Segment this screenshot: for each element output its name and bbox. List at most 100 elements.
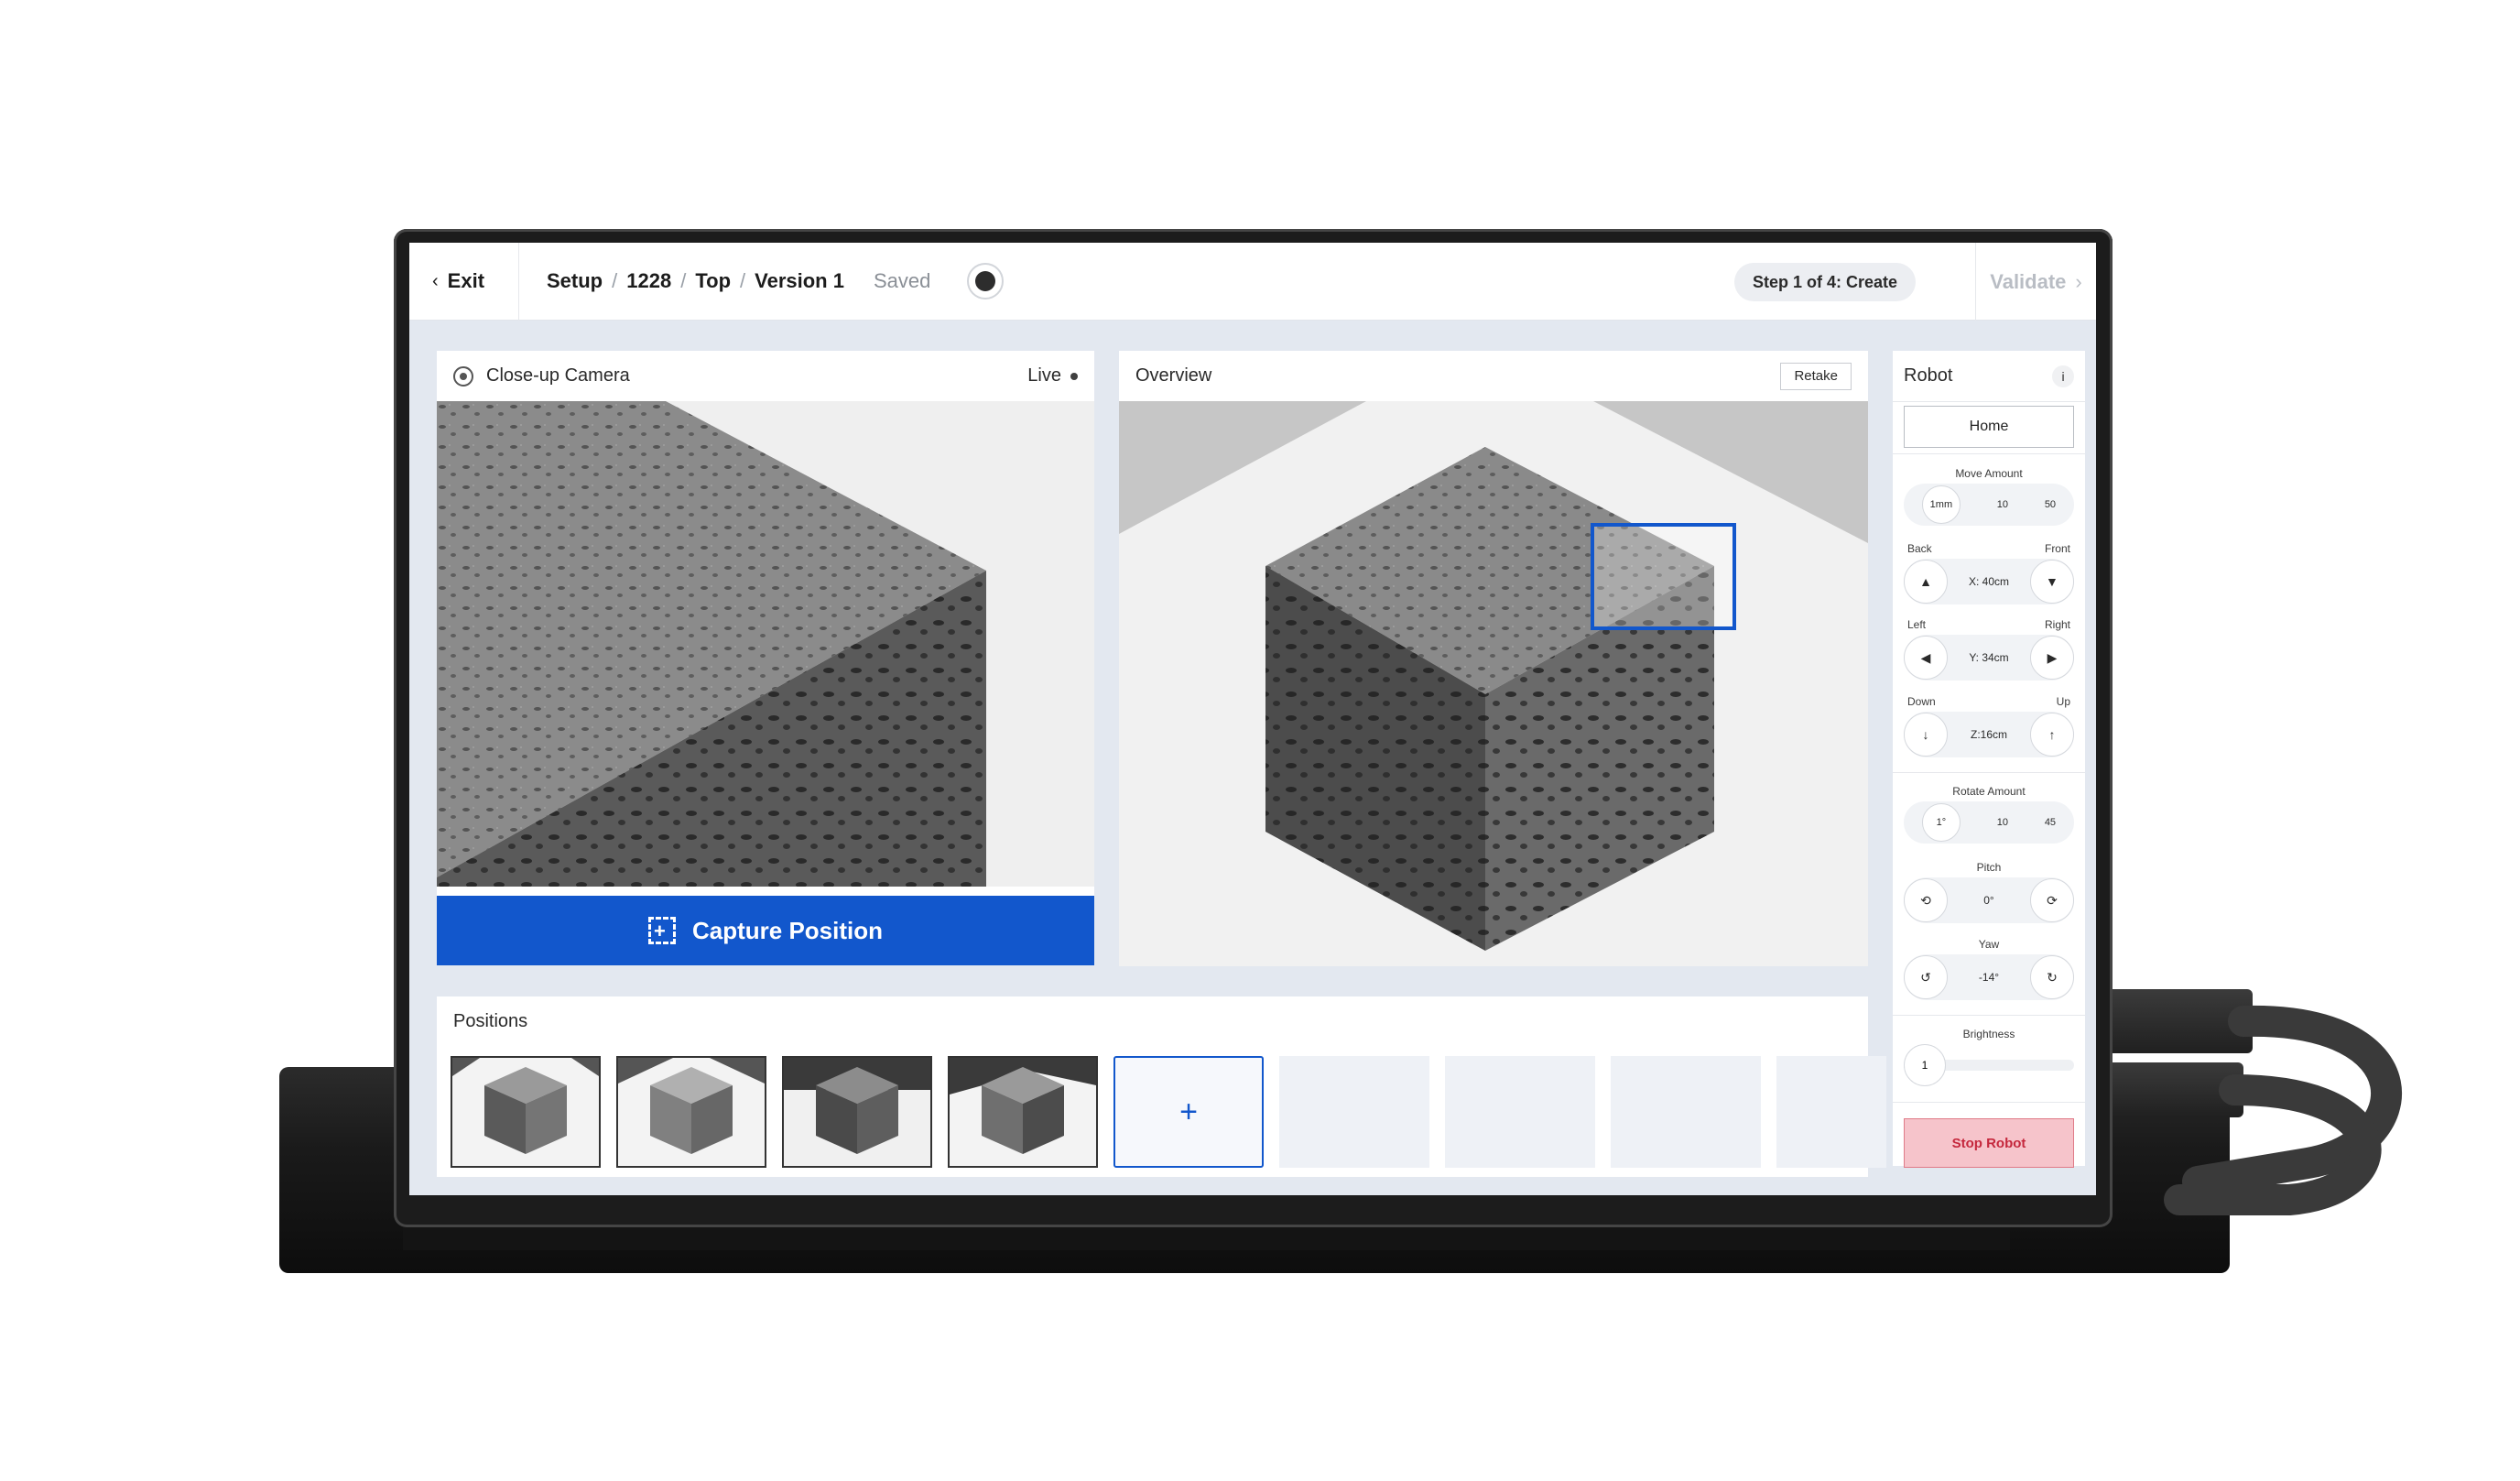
camera-frame-indicator bbox=[1591, 523, 1736, 630]
divider bbox=[1893, 772, 2085, 773]
crumb-id[interactable]: 1228 bbox=[626, 269, 671, 293]
rotate-amount-option[interactable]: 10 bbox=[1997, 817, 2008, 828]
x-value: X: 40cm bbox=[1968, 575, 2009, 588]
live-dot-icon bbox=[1070, 372, 1078, 380]
validate-button[interactable]: Validate › bbox=[1975, 243, 2096, 321]
yaw-right-icon[interactable]: ↻ bbox=[2030, 955, 2074, 999]
brightness-knob[interactable]: 1 bbox=[1904, 1044, 1946, 1086]
y-value: Y: 34cm bbox=[1969, 651, 2009, 664]
divider bbox=[1893, 1102, 2085, 1103]
add-position-button[interactable]: + bbox=[1113, 1056, 1264, 1168]
top-bar: ‹ Exit Setup / 1228 / Top / Version 1 Sa… bbox=[409, 243, 2096, 321]
move-front-button[interactable]: ▼ bbox=[2029, 560, 2074, 604]
crumb-version[interactable]: Version 1 bbox=[755, 269, 844, 293]
move-up-button[interactable]: ↑ bbox=[2029, 713, 2074, 757]
robot-header: Robot i bbox=[1893, 351, 2085, 401]
camera-icon bbox=[453, 365, 473, 387]
y-axis-control: ◀ Y: 34cm ▶ bbox=[1904, 635, 2074, 681]
pitch-control: ⟲ 0° ⟳ bbox=[1904, 877, 2074, 923]
retake-button[interactable]: Retake bbox=[1780, 362, 1852, 390]
brightness-label: Brightness bbox=[1962, 1028, 2015, 1040]
positions-title: Positions bbox=[453, 1011, 528, 1031]
validate-label: Validate bbox=[1990, 269, 2067, 293]
camera-header: Close-up Camera Live bbox=[437, 351, 1094, 401]
overview-scene bbox=[1119, 401, 1868, 951]
live-label: Live bbox=[1027, 365, 1061, 386]
move-left-button[interactable]: ◀ bbox=[1904, 636, 1948, 680]
rotate-amount-option[interactable]: 1° bbox=[1921, 803, 1961, 842]
x-front-label: Front bbox=[2044, 542, 2070, 555]
rotate-amount-option[interactable]: 45 bbox=[2045, 817, 2056, 828]
brightness-slider[interactable]: 1 bbox=[1904, 1044, 2074, 1086]
position-thumbnail[interactable] bbox=[782, 1056, 932, 1168]
app-screen: ‹ Exit Setup / 1228 / Top / Version 1 Sa… bbox=[409, 243, 2096, 1195]
pitch-down-icon[interactable]: ⟲ bbox=[1904, 878, 1948, 922]
live-indicator: Live bbox=[1027, 365, 1078, 387]
exit-label: Exit bbox=[447, 269, 485, 292]
info-icon[interactable]: i bbox=[2052, 365, 2074, 387]
move-back-button[interactable]: ▲ bbox=[1904, 560, 1948, 604]
position-thumbnail[interactable] bbox=[948, 1056, 1098, 1168]
closeup-image bbox=[437, 401, 986, 887]
move-right-button[interactable]: ▶ bbox=[2029, 636, 2074, 680]
move-amount-selector: 1mm 10 50 bbox=[1904, 484, 2074, 526]
divider bbox=[1893, 453, 2085, 454]
home-button[interactable]: Home bbox=[1904, 406, 2074, 448]
move-amount-option[interactable]: 10 bbox=[1997, 499, 2008, 510]
y-right-label: Right bbox=[2044, 618, 2070, 631]
empty-position-slot bbox=[1776, 1056, 1886, 1168]
contrast-icon bbox=[975, 271, 996, 291]
overview-view[interactable] bbox=[1119, 401, 1868, 966]
yaw-left-icon[interactable]: ↺ bbox=[1904, 955, 1948, 999]
robot-title: Robot bbox=[1904, 365, 1953, 386]
overview-header: Overview Retake bbox=[1119, 351, 1868, 401]
capture-label: Capture Position bbox=[691, 916, 883, 944]
divider bbox=[1893, 1015, 2085, 1016]
empty-position-slot bbox=[1445, 1056, 1595, 1168]
closeup-camera-panel: Close-up Camera Live bbox=[437, 351, 1094, 900]
rotate-amount-selector: 1° 10 45 bbox=[1904, 801, 2074, 844]
crumb-separator: / bbox=[740, 269, 746, 292]
crumb-separator: / bbox=[680, 269, 687, 292]
overview-title: Overview bbox=[1135, 365, 1212, 386]
divider bbox=[1893, 401, 2085, 402]
positions-panel: Positions + bbox=[437, 996, 1886, 1177]
crumb-view[interactable]: Top bbox=[695, 269, 731, 293]
positions-list: + bbox=[451, 1056, 1886, 1168]
pitch-value: 0° bbox=[1983, 894, 1994, 907]
brightness-track[interactable] bbox=[1940, 1060, 2074, 1071]
exit-button[interactable]: ‹ Exit bbox=[409, 243, 519, 321]
x-back-label: Back bbox=[1907, 542, 1932, 555]
move-amount-option[interactable]: 1mm bbox=[1921, 485, 1961, 524]
rotate-amount-label: Rotate Amount bbox=[1952, 785, 2026, 798]
empty-position-slot bbox=[1279, 1056, 1429, 1168]
pitch-up-icon[interactable]: ⟳ bbox=[2029, 878, 2074, 922]
stop-robot-button[interactable]: Stop Robot bbox=[1904, 1118, 2074, 1168]
camera-feed[interactable] bbox=[437, 401, 1094, 887]
positions-header: Positions bbox=[437, 996, 1868, 1047]
yaw-value: -14° bbox=[1978, 971, 2000, 984]
position-thumbnail[interactable] bbox=[616, 1056, 766, 1168]
z-down-label: Down bbox=[1907, 695, 1936, 708]
overview-panel: Overview Retake bbox=[1119, 351, 1868, 966]
x-axis-control: ▲ X: 40cm ▼ bbox=[1904, 559, 2074, 604]
save-status: Saved bbox=[873, 269, 931, 292]
z-axis-control: ↓ Z:16cm ↑ bbox=[1904, 712, 2074, 757]
z-up-label: Up bbox=[2056, 695, 2070, 708]
crumb-separator: / bbox=[612, 269, 618, 292]
capture-position-button[interactable]: + Capture Position bbox=[437, 896, 1094, 965]
yaw-label: Yaw bbox=[1978, 938, 2000, 951]
step-indicator: Step 1 of 4: Create bbox=[1734, 263, 1917, 301]
breadcrumb: Setup / 1228 / Top / Version 1 bbox=[519, 269, 844, 293]
crumb-setup[interactable]: Setup bbox=[547, 269, 603, 293]
empty-position-slot bbox=[1611, 1056, 1761, 1168]
settings-toggle-button[interactable] bbox=[967, 263, 1005, 299]
move-down-button[interactable]: ↓ bbox=[1904, 713, 1948, 757]
product-mockup: ‹ Exit Setup / 1228 / Top / Version 1 Sa… bbox=[0, 0, 2520, 1481]
y-left-label: Left bbox=[1907, 618, 1927, 631]
position-thumbnail[interactable] bbox=[451, 1056, 601, 1168]
robot-panel: Robot i Home Move Amount 1mm 10 50 Back … bbox=[1893, 351, 2085, 1168]
move-amount-option[interactable]: 50 bbox=[2045, 499, 2056, 510]
capture-icon: + bbox=[647, 917, 676, 944]
z-value: Z:16cm bbox=[1970, 728, 2007, 741]
